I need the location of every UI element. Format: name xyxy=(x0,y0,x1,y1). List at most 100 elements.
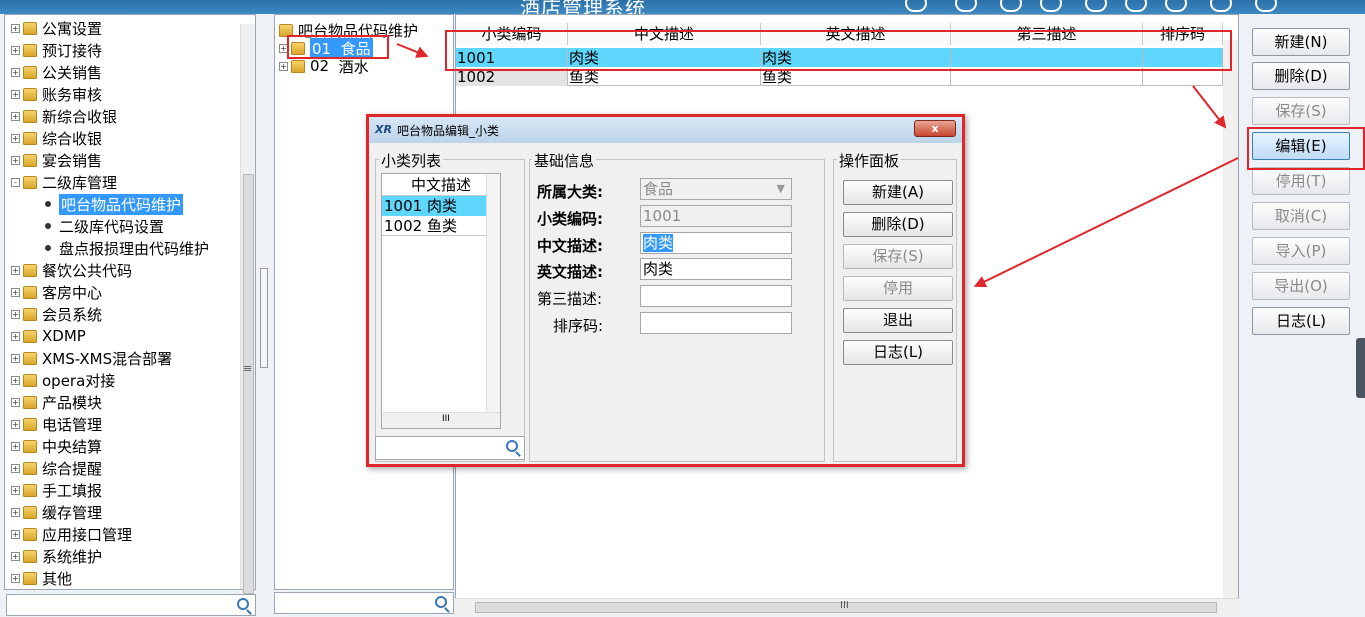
left-search-input[interactable] xyxy=(6,594,256,616)
sort-field[interactable] xyxy=(640,312,792,334)
expand-icon[interactable]: + xyxy=(11,331,20,341)
side-tab[interactable] xyxy=(1356,338,1365,398)
tree-item[interactable]: + opera对接 xyxy=(11,369,115,391)
dialog-disable-button[interactable]: 停用 xyxy=(843,276,953,301)
search-icon[interactable] xyxy=(237,598,249,610)
expand-icon[interactable]: + xyxy=(279,61,288,71)
expand-icon[interactable]: + xyxy=(11,353,20,363)
list-item[interactable]: 1002 鱼类 xyxy=(382,216,500,236)
dialog-new-button[interactable]: 新建(A) xyxy=(843,180,953,205)
tree-item[interactable]: + 缓存管理 xyxy=(11,501,102,523)
expand-icon[interactable]: + xyxy=(11,485,20,495)
dialog-save-button[interactable]: 保存(S) xyxy=(843,244,953,269)
list-scrollbar[interactable] xyxy=(486,174,500,414)
tree-item-selected[interactable]: 吧台物品代码维护 xyxy=(45,193,184,215)
expand-icon[interactable]: + xyxy=(11,375,20,385)
save-button[interactable]: 保存(S) xyxy=(1252,97,1350,125)
help-icon[interactable] xyxy=(1165,0,1187,12)
expand-icon[interactable]: + xyxy=(11,573,20,583)
cn-field[interactable]: 肉类 xyxy=(640,232,792,254)
tree-item[interactable]: - 二级库管理 xyxy=(11,171,117,193)
tree-item[interactable]: 二级库代码设置 xyxy=(45,215,164,237)
export-button[interactable]: 导出(O) xyxy=(1252,272,1350,300)
tree-item[interactable]: + XMS-XMS混合部署 xyxy=(11,347,172,369)
expand-icon[interactable]: + xyxy=(11,67,20,77)
expand-icon[interactable]: + xyxy=(11,551,20,561)
tree-item[interactable]: + 餐饮公共代码 xyxy=(11,259,132,281)
folder-icon xyxy=(23,65,37,79)
list-item-selected[interactable]: 1001 肉类 xyxy=(382,196,500,216)
third-field[interactable] xyxy=(640,285,792,307)
tree-item[interactable]: + 系统维护 xyxy=(11,545,102,567)
tree-item[interactable]: + 新综合收银 xyxy=(11,105,117,127)
tree-item[interactable]: + 产品模块 xyxy=(11,391,102,413)
expand-icon[interactable]: + xyxy=(11,529,20,539)
left-tree-scrollbar[interactable] xyxy=(240,24,255,594)
tree-item[interactable]: + 综合收银 xyxy=(11,127,102,149)
tree-item[interactable]: + 手工填报 xyxy=(11,479,102,501)
tree-item[interactable]: + 预订接待 xyxy=(11,39,102,61)
bookmark-icon[interactable] xyxy=(1040,0,1062,12)
tree-item[interactable]: + 其他 xyxy=(11,567,72,589)
tree-item[interactable]: + 电话管理 xyxy=(11,413,102,435)
expand-icon[interactable]: + xyxy=(11,133,20,143)
menu-icon[interactable] xyxy=(1000,0,1022,12)
tree-item[interactable]: + 会员系统 xyxy=(11,303,102,325)
tree-item[interactable]: + 账务审核 xyxy=(11,83,102,105)
search-icon[interactable] xyxy=(506,440,518,452)
dialog-delete-button[interactable]: 删除(D) xyxy=(843,212,953,237)
expand-icon[interactable]: + xyxy=(11,111,20,121)
mail-icon[interactable] xyxy=(1125,0,1147,12)
disable-button[interactable]: 停用(T) xyxy=(1252,167,1350,195)
en-field[interactable]: 肉类 xyxy=(640,258,792,280)
collapse-icon[interactable]: - xyxy=(11,177,20,187)
expand-icon[interactable]: + xyxy=(11,265,20,275)
user-icon[interactable] xyxy=(1210,0,1232,12)
tree-item[interactable]: + 公寓设置 xyxy=(11,17,102,39)
expand-icon[interactable]: + xyxy=(11,441,20,451)
new-button[interactable]: 新建(N) xyxy=(1252,28,1350,56)
tree-item[interactable]: + 应用接口管理 xyxy=(11,523,132,545)
power-icon[interactable] xyxy=(1255,0,1277,12)
code-field[interactable]: 1001 xyxy=(640,205,792,227)
list-search-input[interactable] xyxy=(375,436,525,460)
mid-search-input[interactable] xyxy=(274,592,454,614)
import-button[interactable]: 导入(P) xyxy=(1252,237,1350,265)
list-horizontal-scrollbar[interactable]: III xyxy=(382,412,500,428)
expand-icon[interactable]: + xyxy=(11,287,20,297)
cancel-button[interactable]: 取消(C) xyxy=(1252,202,1350,230)
expand-icon[interactable]: + xyxy=(11,23,20,33)
grid-horizontal-scrollbar[interactable]: III xyxy=(455,598,1239,616)
log-button[interactable]: 日志(L) xyxy=(1252,307,1350,335)
tree-item[interactable]: + 综合提醒 xyxy=(11,457,102,479)
list-header[interactable]: 中文描述 xyxy=(382,174,500,196)
expand-icon[interactable]: + xyxy=(11,309,20,319)
expand-icon[interactable]: + xyxy=(11,45,20,55)
expand-icon[interactable]: + xyxy=(11,419,20,429)
category-select[interactable]: 食品 ▼ xyxy=(640,178,792,200)
expand-icon[interactable]: + xyxy=(11,397,20,407)
pane-splitter[interactable] xyxy=(260,268,268,368)
dialog-log-button[interactable]: 日志(L) xyxy=(843,340,953,365)
tree-item[interactable]: + 中央结算 xyxy=(11,435,102,457)
tree-item[interactable]: + XDMP xyxy=(11,325,86,347)
chart-icon[interactable] xyxy=(1085,0,1107,12)
tree-item[interactable]: 盘点报损理由代码维护 xyxy=(45,237,209,259)
expand-icon[interactable]: + xyxy=(11,507,20,517)
folder-icon xyxy=(23,307,37,321)
chevron-down-icon[interactable]: ▼ xyxy=(777,179,785,199)
tree-item[interactable]: + 宴会销售 xyxy=(11,149,102,171)
wifi-icon[interactable] xyxy=(905,0,927,12)
expand-icon[interactable]: + xyxy=(11,155,20,165)
dialog-titlebar[interactable]: XR 吧台物品编辑_小类 x xyxy=(369,117,962,143)
phone-icon[interactable] xyxy=(955,0,977,12)
close-button[interactable]: x xyxy=(914,120,956,137)
dialog-exit-button[interactable]: 退出 xyxy=(843,308,953,333)
scroll-thumb[interactable] xyxy=(243,174,254,594)
tree-item[interactable]: + 客房中心 xyxy=(11,281,102,303)
tree-item[interactable]: + 公关销售 xyxy=(11,61,102,83)
delete-button[interactable]: 删除(D) xyxy=(1252,62,1350,90)
expand-icon[interactable]: + xyxy=(11,463,20,473)
expand-icon[interactable]: + xyxy=(11,89,20,99)
search-icon[interactable] xyxy=(435,596,447,608)
